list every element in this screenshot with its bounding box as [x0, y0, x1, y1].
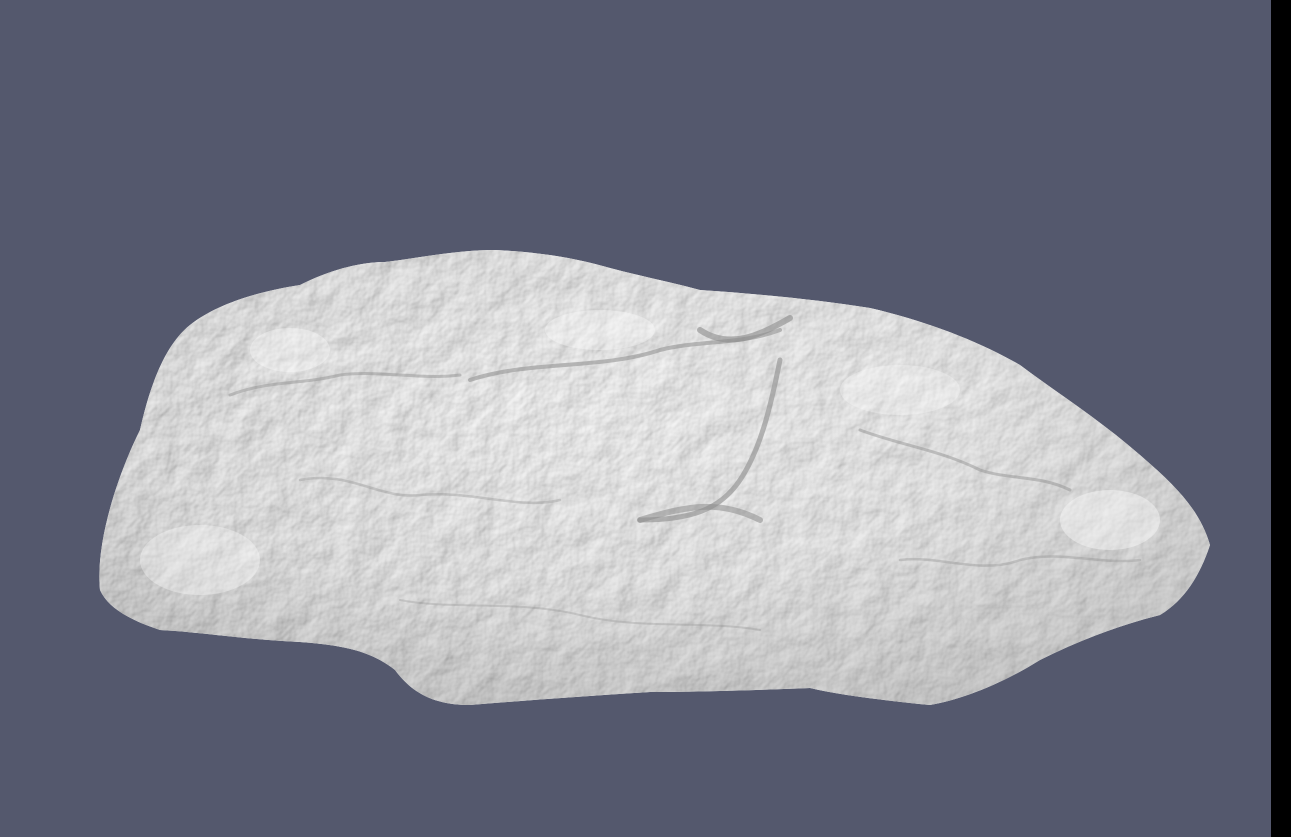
3d-viewport[interactable] — [0, 0, 1271, 837]
viewport-canvas[interactable] — [0, 0, 1271, 837]
bump-1 — [250, 328, 330, 372]
bump-4 — [1060, 490, 1160, 550]
viewport-edge-bar — [1271, 0, 1291, 837]
bump-2 — [545, 310, 655, 350]
bump-5 — [140, 525, 260, 595]
viewer-window — [0, 0, 1291, 837]
bump-3 — [840, 365, 960, 415]
